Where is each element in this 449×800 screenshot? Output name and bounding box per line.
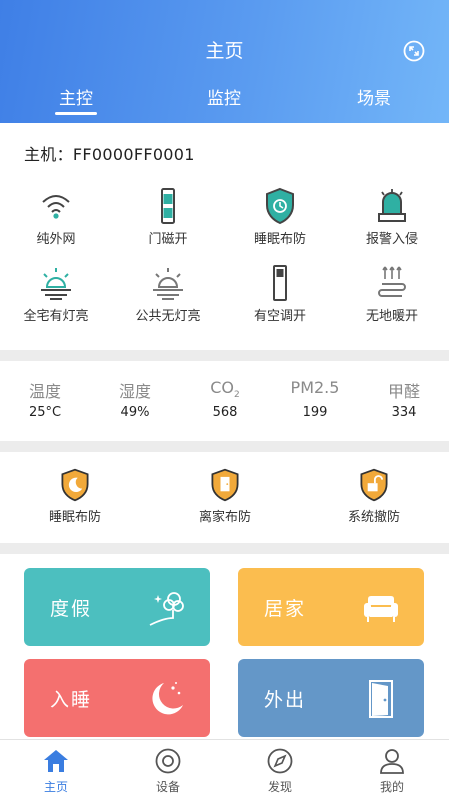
top-tabs: 主控 监控 场景 bbox=[0, 84, 449, 120]
nav-label: 主页 bbox=[43, 780, 68, 794]
tab-label: 场景 bbox=[357, 89, 391, 109]
sensor-name: 温度 bbox=[28, 382, 61, 401]
sensor-pm25: PM2.5 199 bbox=[270, 378, 360, 420]
tab-label: 监控 bbox=[207, 89, 241, 109]
home-icon bbox=[44, 750, 68, 772]
sensor-temperature: 温度 25°C bbox=[0, 378, 90, 420]
nav-device[interactable]: 设备 bbox=[112, 747, 224, 795]
status-label: 纯外网 bbox=[36, 232, 76, 247]
lights-on-icon bbox=[41, 268, 71, 300]
nav-label: 我的 bbox=[379, 780, 404, 794]
mode-disarm[interactable]: 系统撤防 bbox=[299, 466, 449, 525]
scene-label: 居家 bbox=[264, 598, 307, 620]
status-wifi[interactable]: 纯外网 bbox=[0, 186, 112, 247]
status-label: 公共无灯亮 bbox=[135, 309, 201, 324]
status-ac[interactable]: 有空调开 bbox=[224, 263, 336, 324]
sensor-name: 湿度 bbox=[118, 382, 151, 401]
moon-stars-icon bbox=[152, 682, 183, 715]
alarm-siren-icon bbox=[378, 189, 406, 222]
status-sleep-arm[interactable]: 睡眠布防 bbox=[224, 186, 336, 247]
sensor-name: PM2.5 bbox=[290, 378, 340, 397]
status-label: 报警入侵 bbox=[365, 232, 418, 247]
scene-home-button[interactable]: 居家 bbox=[238, 568, 424, 646]
scene-label: 入睡 bbox=[50, 689, 93, 711]
status-lights-on[interactable]: 全宅有灯亮 bbox=[0, 263, 112, 324]
status-label: 无地暖开 bbox=[365, 309, 418, 324]
mode-sleep-arm[interactable]: 睡眠布防 bbox=[0, 466, 150, 525]
section-divider bbox=[0, 543, 449, 554]
shield-door-icon bbox=[211, 468, 239, 502]
scene-sleep-button[interactable]: 入睡 bbox=[24, 659, 210, 737]
air-conditioner-icon bbox=[273, 265, 287, 301]
status-floor-heating[interactable]: 无地暖开 bbox=[336, 263, 448, 324]
mode-label: 系统撤防 bbox=[347, 510, 400, 525]
page-title: 主页 bbox=[205, 40, 244, 62]
wifi-icon bbox=[42, 195, 70, 219]
status-lights-off[interactable]: 公共无灯亮 bbox=[112, 263, 224, 324]
tab-label: 主控 bbox=[59, 89, 93, 109]
mode-label: 睡眠布防 bbox=[48, 510, 101, 525]
status-label: 门磁开 bbox=[148, 232, 188, 247]
floor-heating-icon bbox=[378, 266, 406, 297]
scene-label: 外出 bbox=[264, 689, 307, 711]
tab-main-control[interactable]: 主控 bbox=[36, 84, 116, 115]
status-label: 有空调开 bbox=[253, 309, 306, 324]
bottom-navigation: 主页 设备 发现 我的 bbox=[0, 739, 449, 800]
mode-label: 离家布防 bbox=[198, 510, 251, 525]
nav-label: 发现 bbox=[267, 780, 292, 794]
section-divider bbox=[0, 441, 449, 452]
nav-label: 设备 bbox=[155, 780, 180, 794]
door-sensor-icon bbox=[161, 188, 175, 224]
nav-home[interactable]: 主页 bbox=[0, 747, 112, 795]
sensor-formaldehyde: 甲醛 334 bbox=[359, 378, 449, 420]
sensor-value: 199 bbox=[302, 405, 328, 420]
nav-profile[interactable]: 我的 bbox=[336, 747, 448, 795]
sensor-value: 334 bbox=[391, 405, 417, 420]
scene-away-button[interactable]: 外出 bbox=[238, 659, 424, 737]
user-icon bbox=[380, 749, 404, 774]
host-id: 主机：FF0000FF0001 bbox=[24, 145, 195, 164]
sensor-name-text: CO bbox=[210, 378, 235, 397]
sensor-subscript: 2 bbox=[234, 390, 240, 401]
active-tab-indicator bbox=[55, 112, 97, 115]
expand-icon[interactable] bbox=[403, 40, 425, 62]
tab-scene[interactable]: 场景 bbox=[334, 84, 414, 109]
scene-label: 度假 bbox=[50, 598, 93, 620]
sensor-co2: CO2 568 bbox=[180, 378, 270, 420]
tab-monitor[interactable]: 监控 bbox=[184, 84, 264, 109]
app-header: 主页 主控 监控 场景 bbox=[0, 0, 449, 123]
lights-off-icon bbox=[153, 268, 183, 300]
sensor-name: 甲醛 bbox=[387, 382, 420, 401]
shield-sleep-icon bbox=[266, 187, 294, 225]
sensor-name: CO2 bbox=[180, 378, 270, 400]
door-icon bbox=[369, 680, 393, 718]
sensor-value: 49% bbox=[120, 405, 150, 420]
mode-away-arm[interactable]: 离家布防 bbox=[150, 466, 300, 525]
tree-icon bbox=[149, 592, 184, 626]
compass-icon bbox=[267, 748, 293, 774]
shield-moon-icon bbox=[61, 468, 89, 502]
scene-vacation-button[interactable]: 度假 bbox=[24, 568, 210, 646]
sensor-value: 25°C bbox=[28, 405, 62, 420]
sensor-humidity: 湿度 49% bbox=[90, 378, 180, 420]
shield-unlock-icon bbox=[360, 468, 388, 502]
device-icon bbox=[155, 748, 181, 774]
sofa-icon bbox=[364, 596, 398, 622]
status-label: 全宅有灯亮 bbox=[23, 309, 89, 324]
section-divider bbox=[0, 350, 449, 361]
status-alarm[interactable]: 报警入侵 bbox=[336, 186, 448, 247]
status-label: 睡眠布防 bbox=[253, 232, 306, 247]
nav-discover[interactable]: 发现 bbox=[224, 747, 336, 795]
sensor-value: 568 bbox=[212, 405, 238, 420]
status-door[interactable]: 门磁开 bbox=[112, 186, 224, 247]
